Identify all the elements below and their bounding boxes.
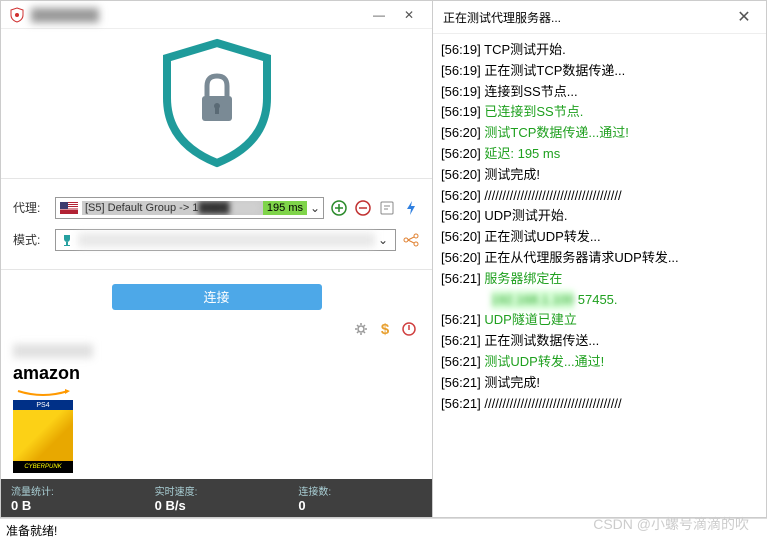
- log-line: [56:20] 正在测试UDP转发...: [441, 227, 758, 248]
- dollar-icon[interactable]: $: [376, 320, 394, 338]
- log-area: [56:19] TCP测试开始.[56:19] 正在测试TCP数据传递...[5…: [433, 34, 766, 517]
- watermark: CSDN @小螺号滴滴的吹: [593, 514, 749, 534]
- ps4-label: PS4: [13, 400, 73, 410]
- minimize-button[interactable]: —: [364, 5, 394, 25]
- app-shield-icon: [9, 7, 25, 23]
- window-title: ████████: [31, 8, 364, 22]
- edit-icon[interactable]: [378, 199, 396, 217]
- log-line: [56:19] 正在测试TCP数据传递...: [441, 61, 758, 82]
- remove-icon[interactable]: [354, 199, 372, 217]
- trophy-icon: [60, 233, 74, 247]
- proxy-text: [S5] Default Group -> 1████: [82, 201, 263, 215]
- chevron-down-icon[interactable]: ⌄: [375, 233, 391, 247]
- mode-label: 模式:: [13, 231, 49, 248]
- mode-text: [78, 233, 375, 247]
- gear-icon[interactable]: [352, 320, 370, 338]
- bolt-icon[interactable]: [402, 199, 420, 217]
- log-line: [56:20] ////////////////////////////////…: [441, 186, 758, 207]
- stat-speed: 实时速度: 0 B/s: [145, 479, 289, 517]
- latency-badge: 195 ms: [263, 201, 307, 215]
- ad-area: amazon PS4 CYBERPUNK: [1, 361, 432, 479]
- add-icon[interactable]: [330, 199, 348, 217]
- stats-bar: 流量统计: 0 B 实时速度: 0 B/s 连接数: 0: [1, 479, 432, 517]
- log-line: [56:19] 已连接到SS节点.: [441, 102, 758, 123]
- log-line: [56:21] 正在测试数据传送...: [441, 331, 758, 352]
- close-button[interactable]: ✕: [394, 5, 424, 25]
- log-line: [56:20] 测试TCP数据传递...通过!: [441, 123, 758, 144]
- status-icons: $: [1, 320, 432, 344]
- mode-select[interactable]: ⌄: [55, 229, 396, 251]
- log-close-button[interactable]: ✕: [732, 7, 756, 27]
- proxy-select[interactable]: [S5] Default Group -> 1████ 195 ms ⌄: [55, 197, 324, 219]
- log-line: [56:20] 延迟: 195 ms: [441, 144, 758, 165]
- log-line: [56:21] UDP隧道已建立: [441, 310, 758, 331]
- log-title: 正在测试代理服务器...: [443, 9, 732, 26]
- log-line: [56:21] 测试UDP转发...通过!: [441, 352, 758, 373]
- stat-traffic: 流量统计: 0 B: [1, 479, 145, 517]
- proxy-label: 代理:: [13, 199, 49, 216]
- log-title-bar: 正在测试代理服务器... ✕: [433, 1, 766, 34]
- log-line: [56:21] 测试完成!: [441, 373, 758, 394]
- stat-connections: 连接数: 0: [288, 479, 432, 517]
- power-icon[interactable]: [400, 320, 418, 338]
- log-line: [56:20] 测试完成!: [441, 165, 758, 186]
- logo-area: [1, 29, 432, 178]
- shield-lock-icon: [157, 38, 277, 168]
- connect-button[interactable]: 连接: [112, 284, 322, 310]
- us-flag-icon: [60, 202, 78, 214]
- settings-form: 代理: [S5] Default Group -> 1████ 195 ms ⌄…: [1, 178, 432, 270]
- amazon-logo: amazon: [13, 363, 420, 384]
- network-icon[interactable]: [402, 231, 420, 249]
- main-window: ████████ — ✕ 代理: [S5] Default Group -> 1…: [0, 0, 433, 518]
- log-line: [56:21] ////////////////////////////////…: [441, 394, 758, 415]
- title-bar: ████████ — ✕: [1, 1, 432, 29]
- log-line: [56:19] TCP测试开始.: [441, 40, 758, 61]
- log-line: [56:21] 服务器绑定在: [441, 269, 758, 290]
- chevron-down-icon[interactable]: ⌄: [307, 201, 323, 215]
- log-line: [56:19] 连接到SS节点...: [441, 82, 758, 103]
- log-window: 正在测试代理服务器... ✕ [56:19] TCP测试开始.[56:19] 正…: [433, 0, 767, 518]
- game-cover[interactable]: PS4 CYBERPUNK: [13, 400, 73, 473]
- blur-region: [1, 344, 432, 361]
- log-line: [56:20] 正在从代理服务器请求UDP转发...: [441, 248, 758, 269]
- log-line: [56:20] UDP测试开始.: [441, 206, 758, 227]
- log-line: 192.168.1.100 57455.: [441, 290, 758, 311]
- game-title: CYBERPUNK: [13, 461, 73, 473]
